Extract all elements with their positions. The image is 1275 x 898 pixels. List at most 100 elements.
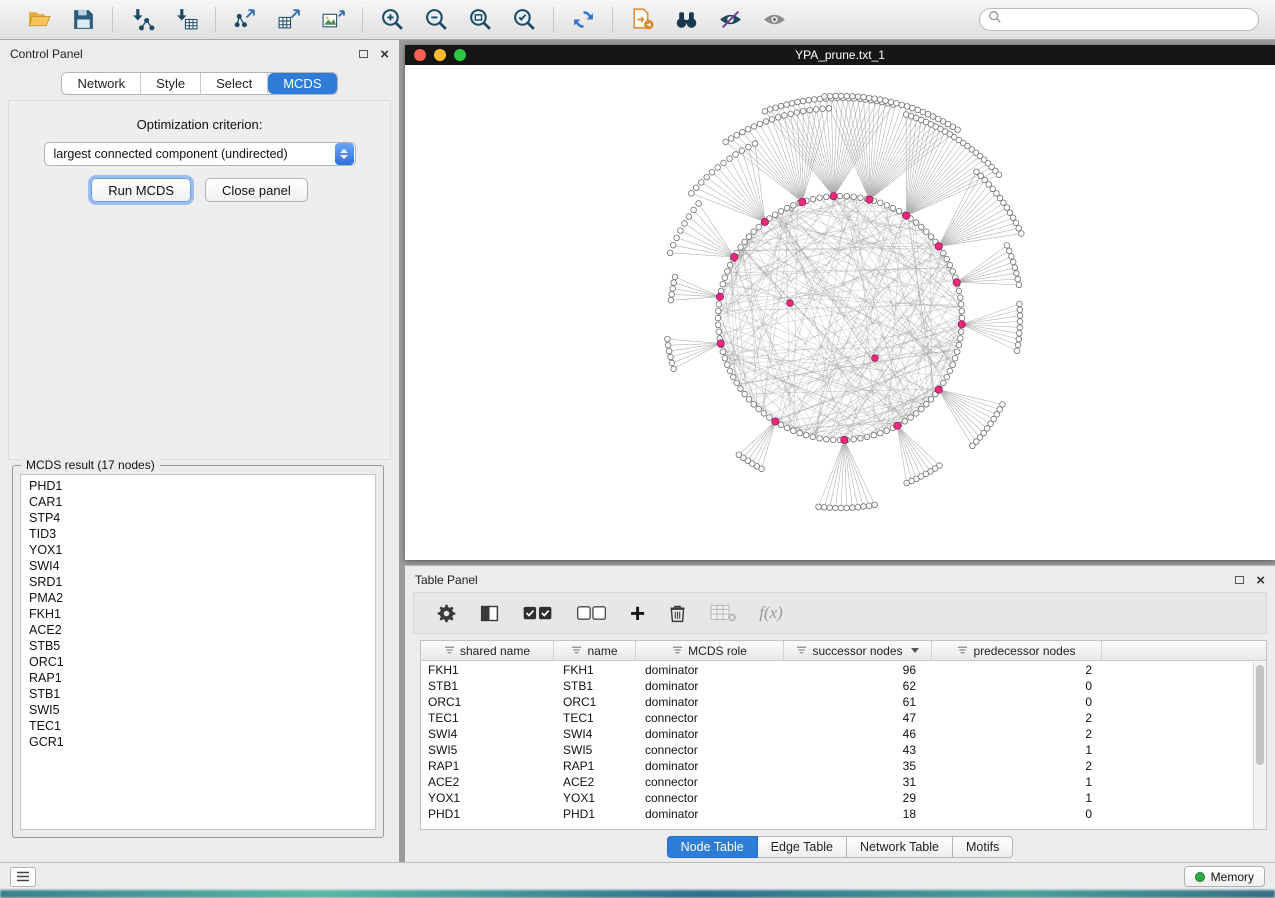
- zoom-fit-icon: [468, 7, 493, 32]
- table-row[interactable]: STB1STB1dominator620: [421, 678, 1253, 694]
- export-image-button[interactable]: [316, 5, 350, 35]
- zoom-selected-button[interactable]: [507, 5, 541, 35]
- table-cell: FKH1: [554, 663, 636, 677]
- tab-style[interactable]: Style: [141, 73, 201, 94]
- mcds-result-item[interactable]: SRD1: [21, 574, 375, 590]
- mcds-result-item[interactable]: GCR1: [21, 734, 375, 750]
- mcds-result-item[interactable]: FKH1: [21, 606, 375, 622]
- import-network-button[interactable]: [125, 5, 159, 35]
- zoom-fit-button[interactable]: [463, 5, 497, 35]
- open-file-button[interactable]: [22, 5, 56, 35]
- mcds-result-item[interactable]: STP4: [21, 510, 375, 526]
- table-cell: dominator: [636, 695, 784, 709]
- export-table-button[interactable]: [272, 5, 306, 35]
- mcds-result-item[interactable]: SWI4: [21, 558, 375, 574]
- maximize-window-icon[interactable]: [454, 49, 466, 61]
- column-header-predecessor-nodes[interactable]: predecessor nodes: [932, 641, 1102, 660]
- delete-column-button[interactable]: [667, 603, 688, 624]
- close-table-panel-icon[interactable]: ×: [1256, 573, 1265, 588]
- mcds-result-item[interactable]: STB1: [21, 686, 375, 702]
- mcds-result-item[interactable]: TEC1: [21, 718, 375, 734]
- search-network-button[interactable]: [669, 5, 703, 35]
- status-menu-button[interactable]: [10, 867, 36, 887]
- float-table-panel-icon[interactable]: [1235, 576, 1244, 584]
- table-cell: STB1: [421, 679, 554, 693]
- close-panel-icon[interactable]: ×: [380, 47, 389, 62]
- tab-network-table[interactable]: Network Table: [847, 836, 953, 858]
- add-column-button[interactable]: +: [630, 603, 645, 623]
- tab-select[interactable]: Select: [201, 73, 268, 94]
- criterion-dropdown[interactable]: largest connected component (undirected): [44, 142, 356, 166]
- share-document-button[interactable]: [625, 5, 659, 35]
- zoom-in-button[interactable]: [375, 5, 409, 35]
- table-vertical-scrollbar[interactable]: [1253, 662, 1266, 829]
- show-columns-button[interactable]: [479, 603, 500, 624]
- tab-node-table[interactable]: Node Table: [667, 836, 758, 858]
- table-cell: PHD1: [554, 807, 636, 821]
- zoom-out-button[interactable]: [419, 5, 453, 35]
- mcds-result-item[interactable]: TID3: [21, 526, 375, 542]
- select-all-rows-button[interactable]: [522, 603, 554, 624]
- export-network-button[interactable]: [228, 5, 262, 35]
- mcds-result-item[interactable]: PHD1: [21, 478, 375, 494]
- table-row[interactable]: PHD1PHD1dominator180: [421, 806, 1253, 822]
- network-canvas[interactable]: [405, 65, 1275, 560]
- mcds-result-item[interactable]: CAR1: [21, 494, 375, 510]
- table-row[interactable]: ACE2ACE2connector311: [421, 774, 1253, 790]
- refresh-icon: [571, 7, 596, 32]
- mcds-panel: Optimization criterion: largest connecte…: [8, 100, 391, 460]
- mcds-result-item[interactable]: PMA2: [21, 590, 375, 606]
- close-window-icon[interactable]: [414, 49, 426, 61]
- mcds-result-item[interactable]: RAP1: [21, 670, 375, 686]
- mcds-result-item[interactable]: ORC1: [21, 654, 375, 670]
- desktop-background-strip: [0, 890, 1275, 898]
- table-cell: 1: [932, 743, 1102, 757]
- workspace-right: YPA_prune.txt_1 Table Panel × +: [400, 40, 1275, 862]
- mcds-result-item[interactable]: SWI5: [21, 702, 375, 718]
- search-input[interactable]: [1007, 13, 1250, 27]
- table-row[interactable]: YOX1YOX1connector291: [421, 790, 1253, 806]
- import-table-button[interactable]: [169, 5, 203, 35]
- mcds-result-item[interactable]: ACE2: [21, 622, 375, 638]
- table-cell: STB1: [554, 679, 636, 693]
- column-header-shared-name[interactable]: shared name: [421, 641, 554, 660]
- column-header-name[interactable]: name: [554, 641, 636, 660]
- tab-network[interactable]: Network: [62, 73, 141, 94]
- tab-mcds[interactable]: MCDS: [268, 73, 336, 94]
- hide-graphics-details-button[interactable]: [713, 5, 747, 35]
- tab-motifs[interactable]: Motifs: [953, 836, 1013, 858]
- export-network-icon: [233, 7, 258, 32]
- column-header-mcds-role[interactable]: MCDS role: [636, 641, 784, 660]
- run-mcds-button[interactable]: Run MCDS: [91, 178, 191, 202]
- table-row[interactable]: FKH1FKH1dominator962: [421, 662, 1253, 678]
- mcds-result-item[interactable]: STB5: [21, 638, 375, 654]
- tab-edge-table[interactable]: Edge Table: [758, 836, 847, 858]
- close-panel-button[interactable]: Close panel: [205, 178, 308, 202]
- save-session-button[interactable]: [66, 5, 100, 35]
- control-panel-tabs: NetworkStyleSelectMCDS: [61, 72, 337, 95]
- network-window-titlebar[interactable]: YPA_prune.txt_1: [405, 45, 1275, 65]
- table-row[interactable]: ORC1ORC1dominator610: [421, 694, 1253, 710]
- mcds-result-item[interactable]: YOX1: [21, 542, 375, 558]
- table-row[interactable]: RAP1RAP1dominator352: [421, 758, 1253, 774]
- memory-label: Memory: [1211, 870, 1254, 884]
- table-row[interactable]: TEC1TEC1connector472: [421, 710, 1253, 726]
- table-row[interactable]: SWI4SWI4dominator462: [421, 726, 1253, 742]
- table-cell: 31: [784, 775, 932, 789]
- show-graphics-details-button[interactable]: [757, 5, 791, 35]
- table-cell: ACE2: [421, 775, 554, 789]
- control-panel-header: Control Panel ×: [0, 40, 399, 68]
- table-row[interactable]: SWI5SWI5connector431: [421, 742, 1253, 758]
- float-panel-icon[interactable]: [359, 50, 368, 58]
- table-settings-button[interactable]: [436, 603, 457, 624]
- toolbar-search[interactable]: [979, 8, 1259, 31]
- criterion-selected-value: largest connected component (undirected): [45, 147, 335, 161]
- memory-button[interactable]: Memory: [1184, 866, 1265, 887]
- mcds-result-list[interactable]: PHD1CAR1STP4TID3YOX1SWI4SRD1PMA2FKH1ACE2…: [20, 474, 376, 830]
- deselect-all-rows-button[interactable]: [576, 603, 608, 624]
- scrollbar-thumb[interactable]: [1256, 665, 1264, 765]
- minimize-window-icon[interactable]: [434, 49, 446, 61]
- column-header-successor-nodes[interactable]: successor nodes: [784, 641, 932, 660]
- control-panel: Control Panel × NetworkStyleSelectMCDS O…: [0, 40, 400, 862]
- refresh-button[interactable]: [566, 5, 600, 35]
